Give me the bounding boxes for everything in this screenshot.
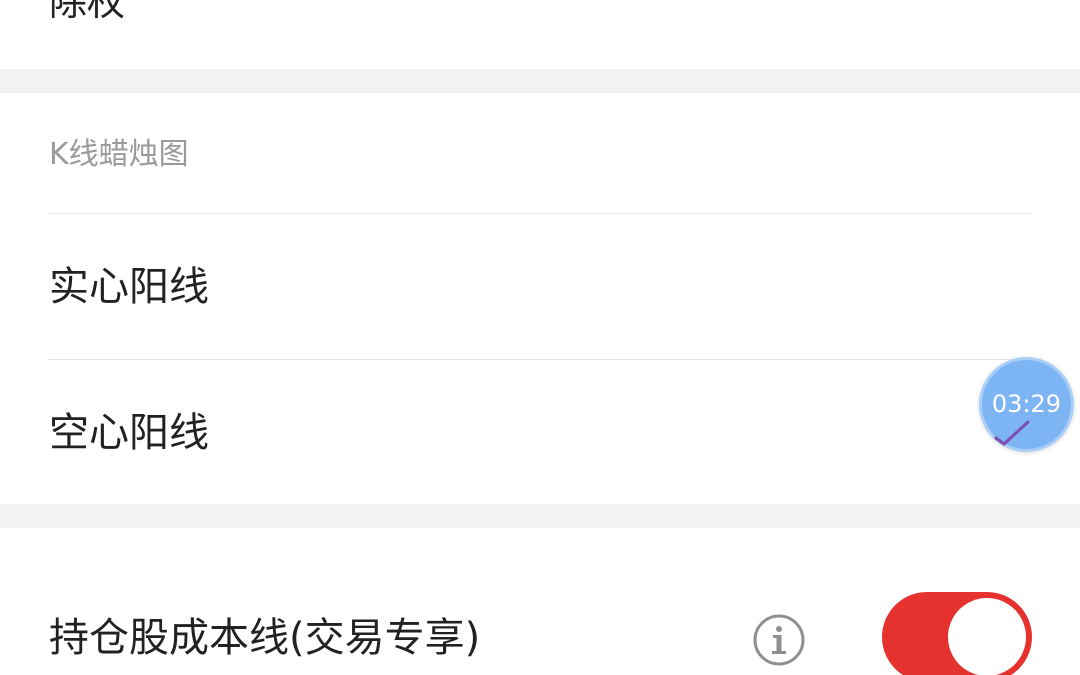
option-solid-candle[interactable]: 实心阳线 <box>0 214 1080 359</box>
checkmark-icon <box>994 420 1030 446</box>
cost-line-label: 持仓股成本线(交易专享) <box>49 615 481 661</box>
floating-timer-bubble[interactable]: 03:29 <box>979 357 1074 452</box>
cost-line-toggle[interactable] <box>882 592 1032 675</box>
kline-settings-card: K线蜡烛图 实心阳线 空心阳线 <box>0 93 1080 504</box>
timer-text: 03:29 <box>991 390 1062 418</box>
info-icon[interactable] <box>752 613 806 667</box>
option-hollow-candle[interactable]: 空心阳线 <box>0 360 1080 505</box>
toggle-knob <box>948 598 1026 675</box>
exright-card: 除权 <box>0 0 1080 69</box>
option-solid-candle-label: 实心阳线 <box>49 263 209 310</box>
option-hollow-candle-label: 空心阳线 <box>49 409 209 456</box>
kline-section-title: K线蜡烛图 <box>49 137 189 172</box>
exright-option-label[interactable]: 除权 <box>49 0 125 22</box>
